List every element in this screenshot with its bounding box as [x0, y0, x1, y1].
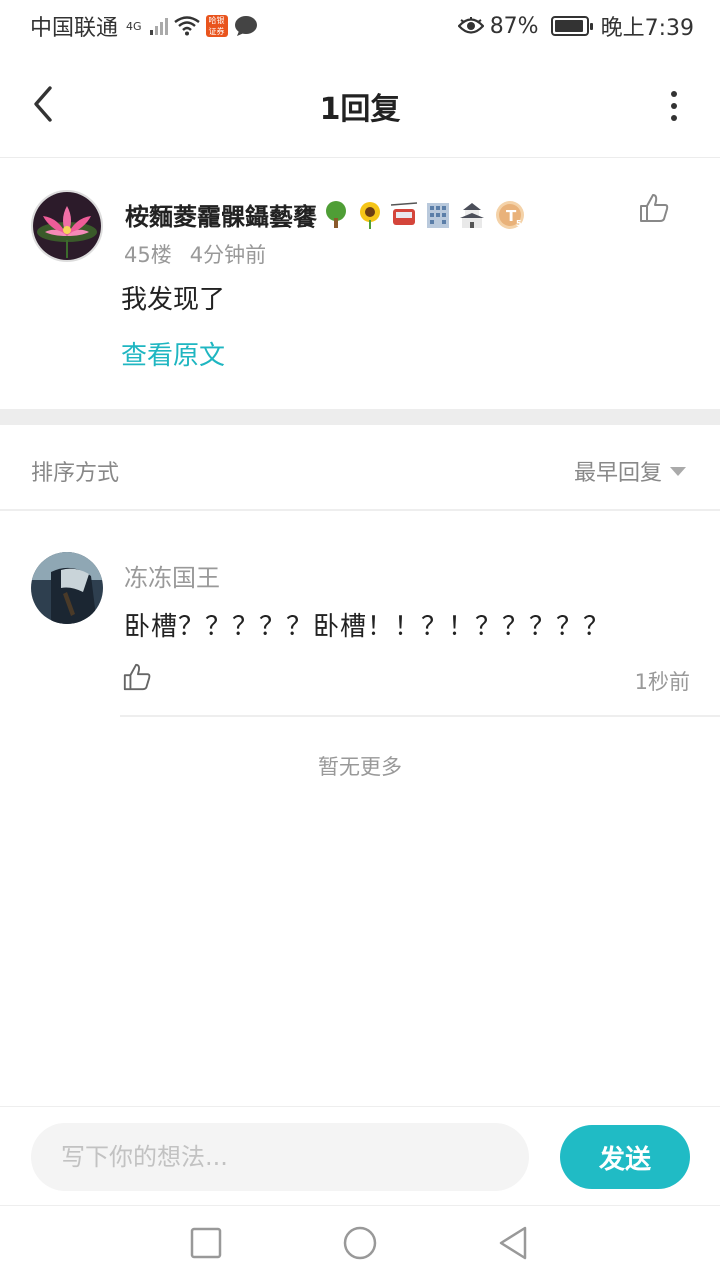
author-avatar[interactable] — [31, 190, 103, 262]
post-content: 我发现了 — [121, 285, 226, 315]
thumbs-up-icon[interactable] — [638, 192, 670, 224]
tree-icon — [326, 200, 346, 228]
level-badge-icon: T 5 — [496, 200, 524, 229]
sunflower-icon — [360, 201, 380, 229]
floor-number: 45楼 — [124, 243, 172, 267]
more-options-icon[interactable] — [668, 90, 680, 122]
reply-detail-screen: 中国联通 4G 哈银证券 87% 晚上7:39 1回复 桉麵菱靇髁鑷藝饔 T 5… — [0, 0, 720, 1280]
office-building-icon — [427, 202, 449, 228]
aerial-tramway-icon — [390, 201, 418, 225]
reply-avatar[interactable] — [31, 552, 103, 624]
back-triangle-icon[interactable] — [495, 1225, 531, 1261]
sort-dropdown[interactable]: 最早回复 — [574, 455, 686, 487]
view-original-link[interactable]: 查看原文 — [121, 335, 225, 372]
clock: 晚上7:39 — [600, 16, 694, 41]
comment-input[interactable] — [31, 1123, 529, 1191]
battery-icon — [550, 16, 593, 36]
recent-apps-icon[interactable] — [188, 1225, 224, 1261]
castle-icon — [460, 202, 484, 228]
status-right: 87% 晚上7:39 — [457, 10, 694, 42]
reply-item: 冻冻国王 卧槽？？？？？卧槽！！？！？？？？？ 1秒前 — [0, 512, 720, 717]
eye-comfort-icon — [457, 17, 484, 34]
author-name[interactable]: 桉麵菱靇髁鑷藝饔 — [125, 197, 317, 232]
message-icon — [234, 16, 257, 36]
wifi-icon — [173, 16, 200, 36]
network-type: 4G — [126, 19, 142, 33]
caret-down-icon — [670, 466, 686, 476]
lotus-avatar-image — [33, 192, 101, 260]
author-name-row: 桉麵菱靇髁鑷藝饔 T 5 — [125, 197, 525, 232]
reply-content: 卧槽？？？？？卧槽！！？！？？？？？ — [124, 612, 611, 642]
section-divider — [0, 409, 720, 425]
sort-label: 排序方式 — [31, 461, 120, 486]
status-left: 中国联通 4G 哈银证券 — [30, 10, 258, 42]
post-meta: 45楼 4分钟前 — [124, 239, 266, 269]
post-time: 4分钟前 — [189, 243, 267, 267]
comment-input-bar: 发送 — [0, 1106, 720, 1206]
app-badge-icon: 哈银证券 — [205, 15, 228, 37]
system-navigation-bar — [0, 1207, 720, 1280]
page-title: 1回复 — [319, 92, 401, 127]
signal-icon — [149, 17, 168, 35]
sort-selected: 最早回复 — [573, 461, 662, 486]
top-navigation-bar: 1回复 — [0, 52, 720, 158]
home-icon[interactable] — [342, 1225, 378, 1261]
original-comment: 桉麵菱靇髁鑷藝饔 T 5 45楼 4分钟前 我发现了 查看原文 — [0, 159, 720, 409]
reply-avatar-image — [31, 552, 103, 624]
sort-row: 排序方式 最早回复 — [0, 425, 720, 511]
battery-percent: 87% — [489, 13, 539, 39]
carrier-label: 中国联通 — [30, 16, 119, 41]
no-more-text: 暂无更多 — [318, 755, 402, 779]
thumbs-up-icon[interactable] — [122, 662, 152, 692]
reply-author[interactable]: 冻冻国王 — [124, 558, 220, 593]
status-bar: 中国联通 4G 哈银证券 87% 晚上7:39 — [0, 0, 720, 52]
send-button[interactable]: 发送 — [560, 1125, 690, 1189]
reply-divider — [120, 715, 720, 717]
svg-text:5: 5 — [516, 219, 522, 228]
reply-time: 1秒前 — [634, 670, 690, 694]
